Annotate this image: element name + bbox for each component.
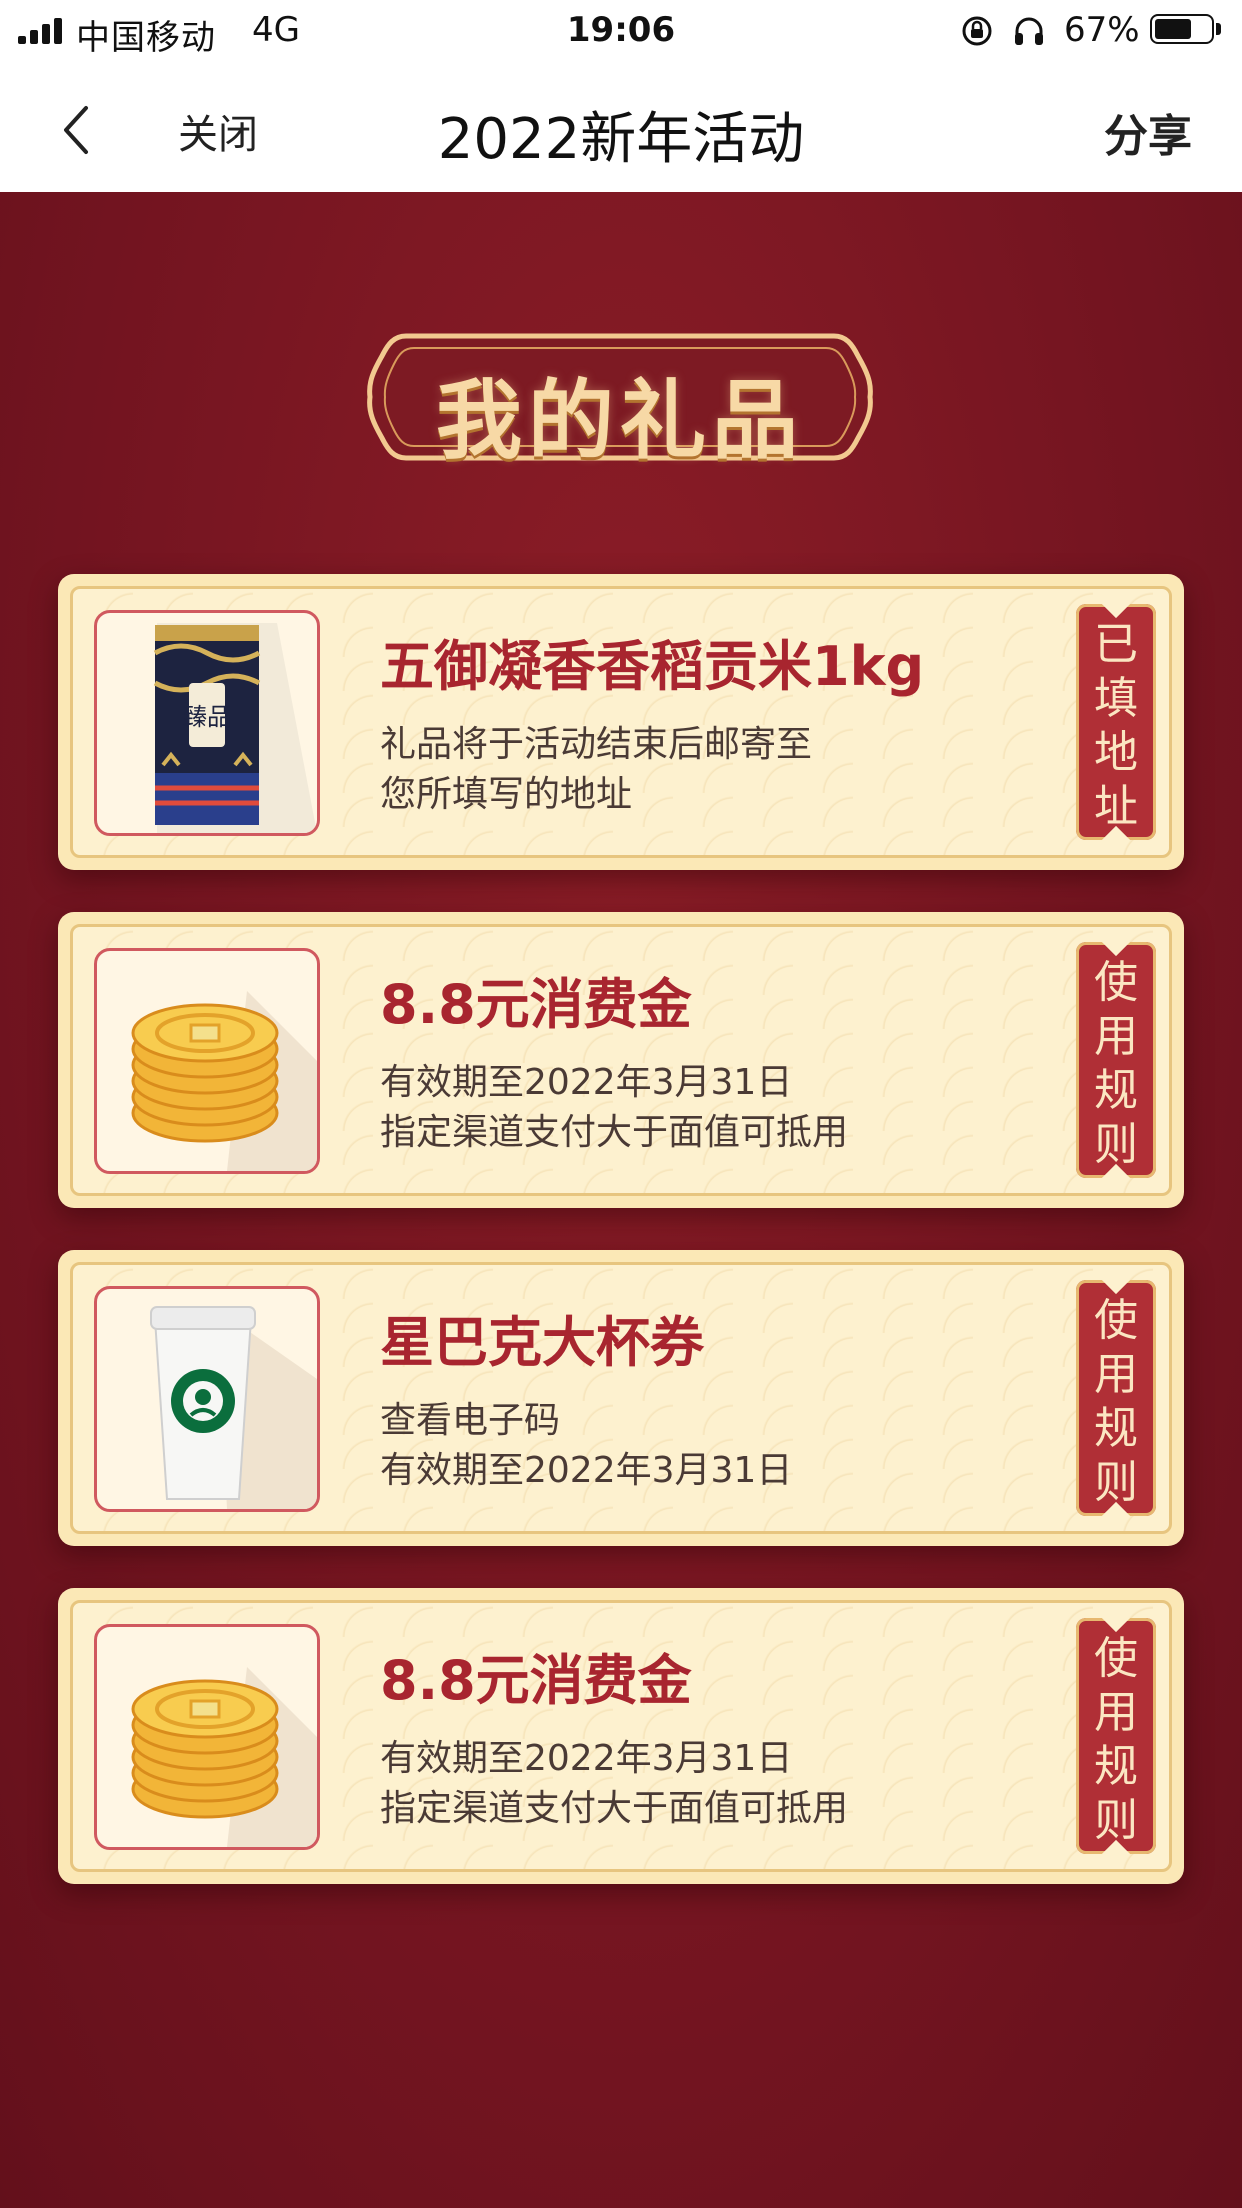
tag-char: 使 [1094, 1633, 1138, 1684]
tag-char: 使 [1094, 1295, 1138, 1346]
gift-desc-line: 有效期至2022年3月31日 [380, 1062, 793, 1103]
tag-char: 用 [1094, 1011, 1138, 1062]
gold-coins-icon [94, 948, 320, 1174]
tag-char: 使 [1094, 957, 1138, 1008]
gift-desc-line: 您所填写的地址 [380, 774, 633, 815]
gift-name: 星巴克大杯券 [380, 1311, 704, 1374]
coffee-cup-icon [94, 1286, 320, 1512]
gift-desc-line: 指定渠道支付大于面值可抵用 [380, 1788, 849, 1829]
nav-bar: 关闭 2022新年活动 分享 [0, 62, 1242, 192]
gift-desc-line: 指定渠道支付大于面值可抵用 [380, 1112, 849, 1153]
gift-description: 有效期至2022年3月31日 指定渠道支付大于面值可抵用 [380, 1058, 848, 1158]
gift-desc-line: 有效期至2022年3月31日 [380, 1738, 793, 1779]
gift-description: 查看电子码 有效期至2022年3月31日 [380, 1396, 792, 1496]
usage-rules-button[interactable]: 使 用 规 则 [1076, 942, 1156, 1178]
tag-char: 址 [1094, 781, 1138, 832]
tag-char: 则 [1094, 1795, 1138, 1846]
title-banner: 我的礼品 [366, 322, 874, 472]
tag-char: 则 [1094, 1457, 1138, 1508]
tag-char: 规 [1094, 1065, 1138, 1116]
share-button[interactable]: 分享 [1104, 100, 1192, 164]
gift-card[interactable]: 臻品 五御凝香香稻贡米1kg 礼品将于活动结束后邮寄至 您所填写的地址 已 填 … [58, 574, 1184, 870]
rotation-lock-icon [962, 16, 992, 46]
gift-card[interactable]: 8.8元消费金 有效期至2022年3月31日 指定渠道支付大于面值可抵用 使 用… [58, 1588, 1184, 1884]
battery-percent: 67% [1064, 10, 1140, 50]
page-title: 2022新年活动 [437, 107, 805, 172]
tag-char: 地 [1094, 727, 1138, 778]
gift-description: 礼品将于活动结束后邮寄至 您所填写的地址 [380, 720, 812, 820]
usage-rules-button[interactable]: 使 用 规 则 [1076, 1280, 1156, 1516]
rice-bag-icon: 臻品 [94, 610, 320, 836]
status-bar: 中国移动 4G 19:06 67% [0, 0, 1242, 62]
svg-text:臻品: 臻品 [183, 703, 231, 731]
tag-char: 用 [1094, 1349, 1138, 1400]
battery-cap [1216, 23, 1221, 35]
view-code-link[interactable]: 查看电子码 [380, 1396, 792, 1446]
usage-rules-button[interactable]: 使 用 规 则 [1076, 1618, 1156, 1854]
gift-card[interactable]: 8.8元消费金 有效期至2022年3月31日 指定渠道支付大于面值可抵用 使 用… [58, 912, 1184, 1208]
tag-char: 则 [1094, 1119, 1138, 1170]
address-filled-tag[interactable]: 已 填 地 址 [1076, 604, 1156, 840]
gift-desc-line: 礼品将于活动结束后邮寄至 [380, 724, 813, 765]
tag-char: 规 [1094, 1741, 1138, 1792]
gift-name: 8.8元消费金 [380, 1649, 692, 1712]
gift-card[interactable]: 星巴克大杯券 查看电子码 有效期至2022年3月31日 使 用 规 则 [58, 1250, 1184, 1546]
gift-name: 五御凝香香稻贡米1kg [380, 635, 925, 698]
tag-char: 填 [1094, 673, 1138, 724]
gift-desc-line: 有效期至2022年3月31日 [380, 1450, 793, 1491]
gift-name: 8.8元消费金 [380, 973, 692, 1036]
battery-fill [1155, 19, 1191, 39]
gift-page: 我的礼品 臻品 五御凝香香稻贡米1kg 礼品将于活动结束后邮寄至 您所填写的地址 [0, 192, 1242, 2208]
headphone-icon [1015, 17, 1043, 45]
status-time: 19:06 [566, 10, 676, 50]
tag-char: 已 [1094, 619, 1138, 670]
tag-char: 规 [1094, 1403, 1138, 1454]
tag-char: 用 [1094, 1687, 1138, 1738]
battery-icon [1150, 14, 1214, 44]
banner-title: 我的礼品 [436, 371, 804, 471]
gold-coins-icon [94, 1624, 320, 1850]
gift-description: 有效期至2022年3月31日 指定渠道支付大于面值可抵用 [380, 1734, 848, 1834]
